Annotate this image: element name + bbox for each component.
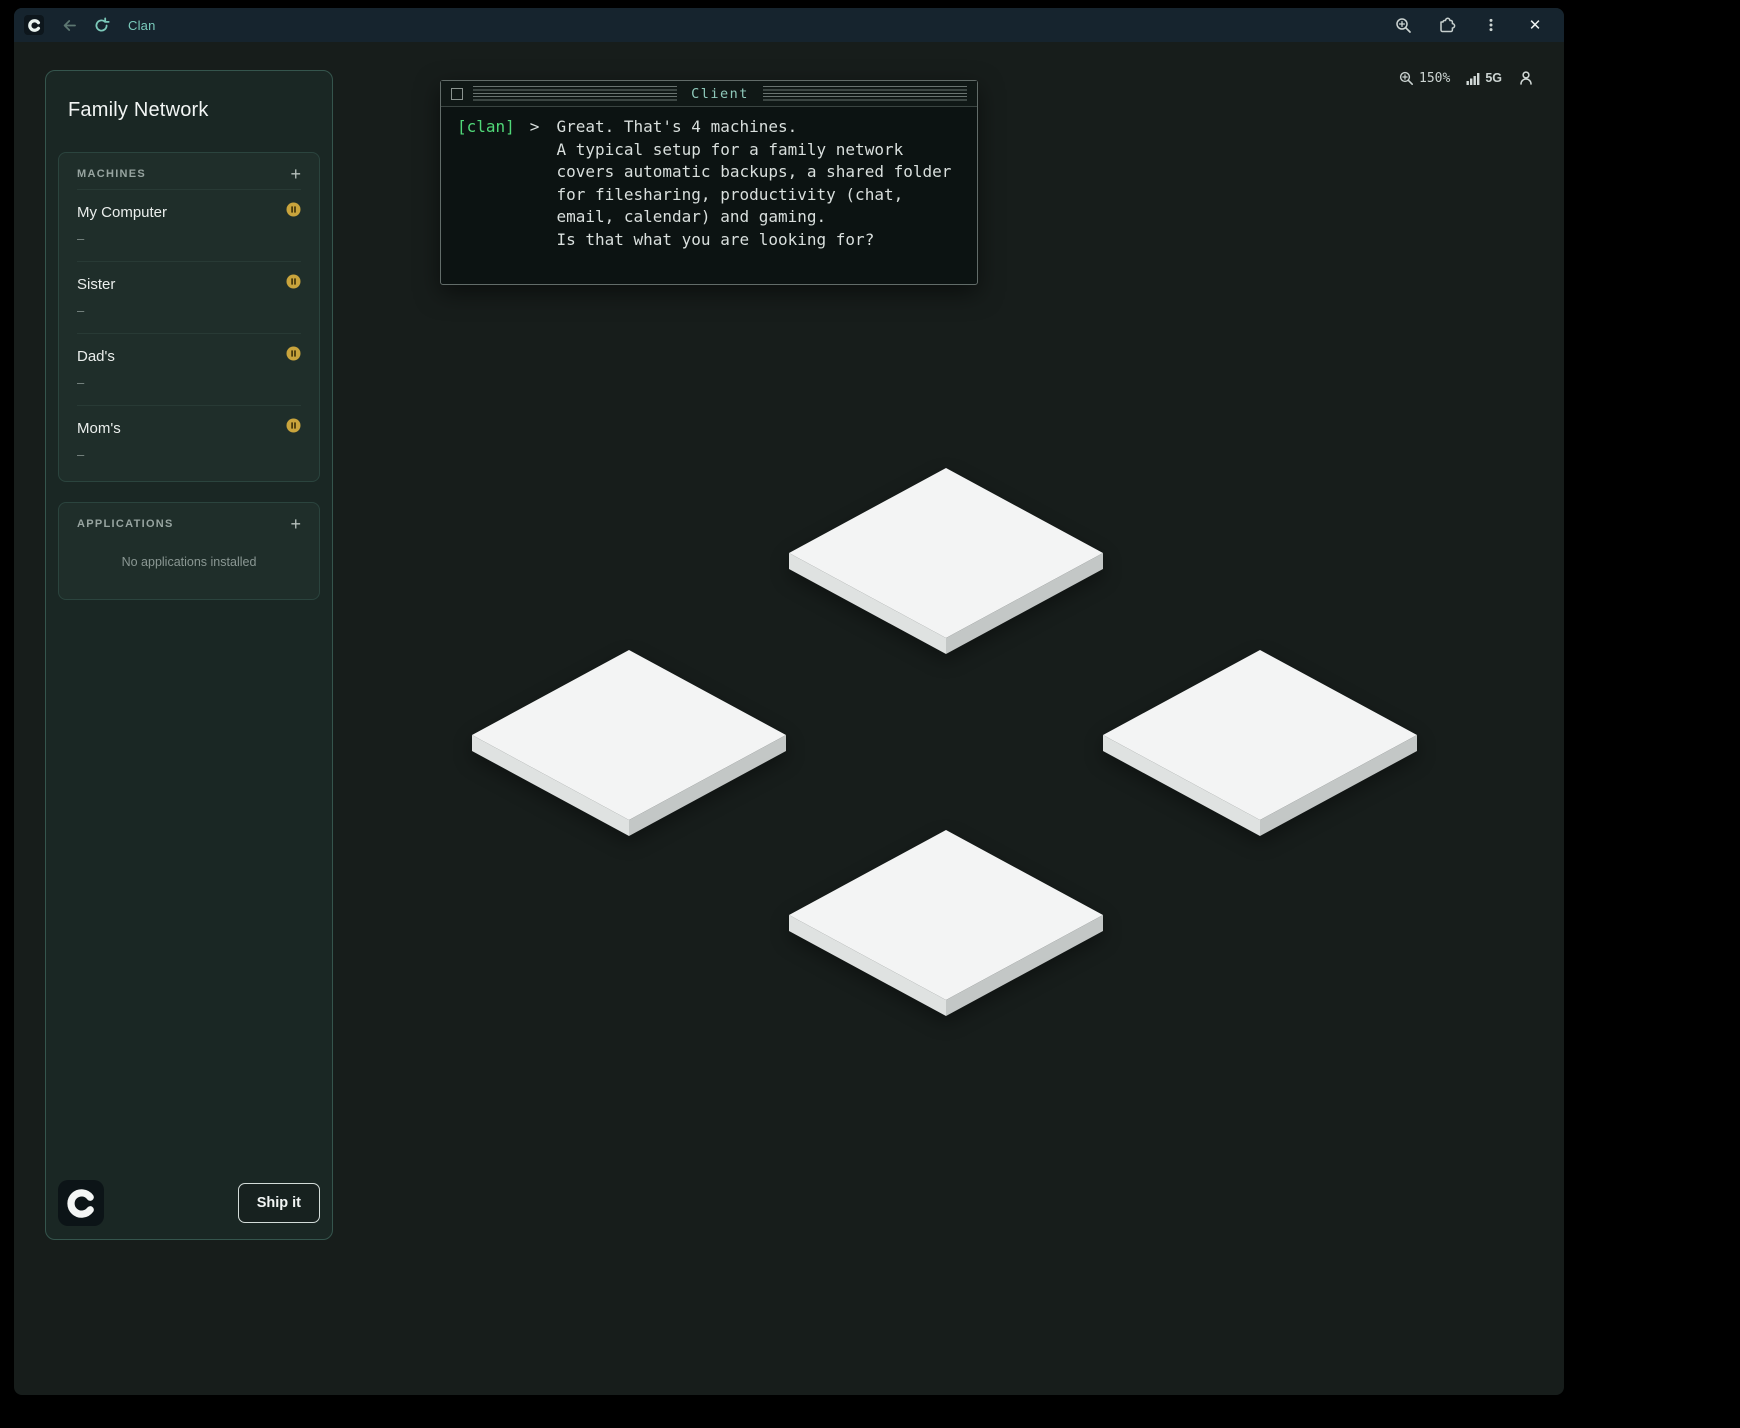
add-machine-button[interactable]: + bbox=[290, 167, 301, 181]
add-application-button[interactable]: + bbox=[290, 517, 301, 531]
client-window: Client [clan] > Great. That's 4 machines… bbox=[440, 80, 978, 285]
extensions-puzzle-icon[interactable] bbox=[1434, 12, 1460, 38]
terminal-close-box[interactable] bbox=[451, 88, 463, 100]
machines-panel: MACHINES + My Computer – bbox=[58, 152, 320, 482]
terminal-title: Client bbox=[677, 86, 763, 102]
applications-header: APPLICATIONS bbox=[77, 518, 174, 530]
machine-status-placeholder: – bbox=[77, 375, 301, 390]
client-window-titlebar[interactable]: Client bbox=[441, 81, 977, 107]
network-type-label: 5G bbox=[1485, 71, 1502, 85]
zoom-indicator: 150% bbox=[1399, 71, 1450, 86]
machine-paused-icon bbox=[286, 418, 301, 438]
machine-paused-icon bbox=[286, 202, 301, 222]
machine-row-my-computer[interactable]: My Computer – bbox=[77, 189, 301, 261]
machine-status-placeholder: – bbox=[77, 447, 301, 462]
reload-icon[interactable] bbox=[88, 12, 114, 38]
machine-status-placeholder: – bbox=[77, 303, 301, 318]
titlebar-stripes bbox=[763, 86, 967, 101]
signal-bars-icon bbox=[1466, 71, 1480, 85]
zoom-in-icon[interactable] bbox=[1390, 12, 1416, 38]
back-icon[interactable] bbox=[56, 12, 82, 38]
zoom-level-value: 150% bbox=[1419, 71, 1450, 86]
close-icon[interactable]: ✕ bbox=[1522, 12, 1548, 38]
terminal-message: Great. That's 4 machines. A typical setu… bbox=[556, 116, 951, 251]
clan-favicon-icon bbox=[24, 15, 44, 35]
status-indicators: 150% 5G bbox=[1399, 70, 1534, 86]
clan-logo[interactable] bbox=[58, 1180, 104, 1226]
network-title: Family Network bbox=[68, 99, 310, 122]
machine-row-dads[interactable]: Dad's – bbox=[77, 333, 301, 405]
machine-paused-icon bbox=[286, 346, 301, 366]
machine-paused-icon bbox=[286, 274, 301, 294]
machine-tile-right[interactable] bbox=[1100, 650, 1420, 838]
terminal-output: [clan] > Great. That's 4 machines. A typ… bbox=[441, 107, 977, 260]
applications-panel: APPLICATIONS + No applications installed bbox=[58, 502, 320, 600]
network-indicator: 5G bbox=[1466, 71, 1502, 85]
app-window: Clan ✕ bbox=[14, 8, 1564, 1395]
page-title: Clan bbox=[128, 18, 156, 33]
user-icon[interactable] bbox=[1518, 70, 1534, 86]
titlebar-stripes bbox=[473, 86, 677, 101]
topbar: Clan ✕ bbox=[14, 8, 1564, 42]
terminal-caret: > bbox=[530, 116, 540, 139]
applications-empty-text: No applications installed bbox=[59, 539, 319, 595]
machine-row-sister[interactable]: Sister – bbox=[77, 261, 301, 333]
machines-header: MACHINES bbox=[77, 168, 146, 180]
clan-logo-glyph bbox=[67, 1189, 96, 1218]
machine-tile-left[interactable] bbox=[469, 650, 789, 838]
menu-kebab-icon[interactable] bbox=[1478, 12, 1504, 38]
sidebar: Family Network MACHINES + My Computer bbox=[45, 70, 333, 1240]
machine-tile-bottom[interactable] bbox=[786, 830, 1106, 1018]
machine-status-placeholder: – bbox=[77, 231, 301, 246]
terminal-prompt: [clan] bbox=[457, 116, 515, 139]
ship-it-button[interactable]: Ship it bbox=[238, 1183, 320, 1223]
magnifier-icon bbox=[1399, 71, 1414, 86]
machine-row-moms[interactable]: Mom's – bbox=[77, 405, 301, 477]
machine-tile-top[interactable] bbox=[786, 468, 1106, 656]
